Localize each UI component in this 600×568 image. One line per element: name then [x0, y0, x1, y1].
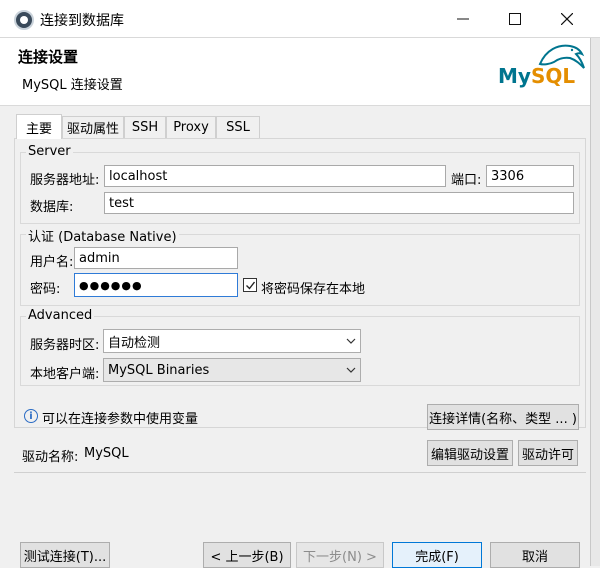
tab-main[interactable]: 主要 — [16, 114, 62, 139]
timezone-label: 服务器时区: — [30, 338, 100, 353]
local-client-label: 本地客户端: — [30, 367, 100, 382]
finish-button[interactable]: 完成(F) — [392, 542, 482, 568]
password-input[interactable]: ●●●●●● — [74, 273, 238, 297]
back-button[interactable]: < 上一步(B) — [203, 542, 291, 568]
port-input[interactable]: 3306 — [486, 165, 574, 187]
info-icon: i — [24, 409, 38, 423]
driver-license-button[interactable]: 驱动许可 — [518, 440, 578, 466]
tab-driver-properties[interactable]: 驱动属性 — [62, 116, 124, 138]
variables-hint: 可以在连接参数中使用变量 — [42, 412, 199, 427]
timezone-select[interactable]: 自动检测 — [103, 329, 361, 353]
tab-ssh[interactable]: SSH — [124, 116, 166, 138]
tab-ssl[interactable]: SSL — [216, 116, 260, 138]
app-icon — [14, 10, 34, 30]
background-window-edge — [590, 38, 600, 566]
chevron-down-icon — [346, 365, 356, 375]
page-title: 连接设置 — [18, 48, 79, 66]
check-icon — [245, 281, 255, 290]
username-label: 用户名: — [30, 255, 74, 270]
database-input[interactable]: test — [104, 192, 574, 214]
save-password-checkbox[interactable] — [243, 278, 257, 292]
title-bar: 连接到数据库 — [0, 0, 600, 38]
tab-proxy[interactable]: Proxy — [166, 116, 216, 138]
username-input[interactable]: admin — [74, 247, 238, 269]
page-subtitle: MySQL 连接设置 — [22, 78, 123, 93]
host-label: 服务器地址: — [30, 173, 100, 188]
close-icon[interactable] — [544, 4, 590, 34]
driver-name-label: 驱动名称: — [22, 450, 79, 465]
password-label: 密码: — [30, 282, 61, 297]
cancel-button[interactable]: 取消 — [490, 542, 580, 568]
local-client-select[interactable]: MySQL Binaries — [103, 358, 361, 382]
test-connection-button[interactable]: 测试连接(T)... — [20, 542, 110, 568]
connection-details-button[interactable]: 连接详情(名称、类型 ... ) — [427, 404, 579, 430]
host-input[interactable]: localhost — [104, 165, 446, 187]
divider — [14, 472, 586, 473]
database-label: 数据库: — [30, 200, 74, 215]
maximize-icon[interactable] — [492, 4, 538, 34]
minimize-icon[interactable] — [440, 4, 486, 34]
mysql-logo: MySQL — [496, 40, 588, 100]
logo-wordmark: MySQL — [498, 64, 576, 88]
advanced-group-label: Advanced — [26, 308, 95, 323]
dialog-header: 连接设置 MySQL 连接设置 MySQL — [0, 38, 600, 106]
driver-name-value: MySQL — [84, 446, 129, 461]
next-button[interactable]: 下一步(N) > — [296, 542, 384, 568]
chevron-down-icon — [346, 336, 356, 346]
edit-driver-button[interactable]: 编辑驱动设置 — [427, 440, 513, 466]
port-label: 端口: — [451, 173, 482, 188]
auth-group-label: 认证 (Database Native) — [26, 226, 179, 245]
window-title: 连接到数据库 — [40, 13, 124, 29]
server-group-label: Server — [26, 144, 73, 159]
save-password-label: 将密码保存在本地 — [261, 282, 366, 297]
